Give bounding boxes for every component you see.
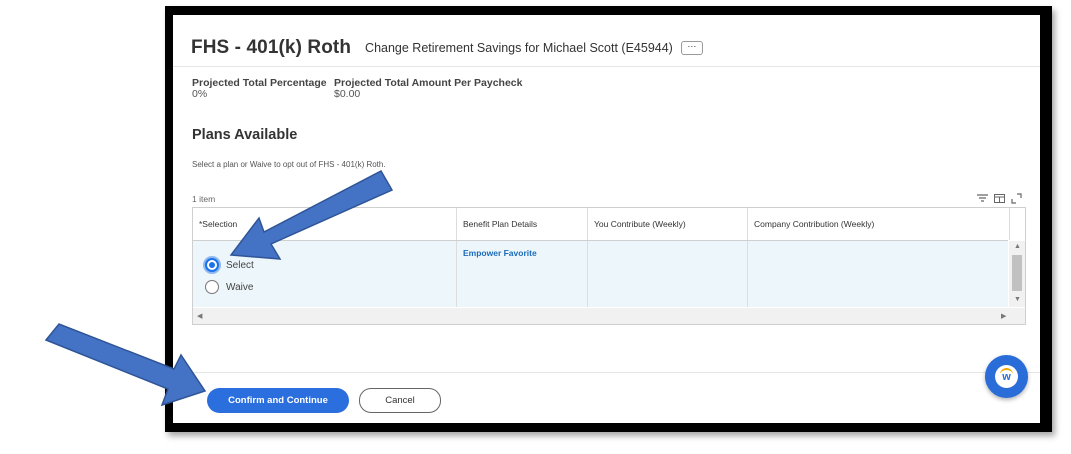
scroll-right-icon[interactable]: ▶ (1001, 312, 1006, 320)
page-header: FHS - 401(k) Roth Change Retirement Savi… (191, 33, 703, 63)
radio-selected-icon[interactable] (205, 258, 219, 272)
radio-select[interactable]: Select (205, 258, 254, 272)
stat-projected-percentage: Projected Total Percentage 0% (192, 78, 327, 100)
plans-grid: *Selection Benefit Plan Details You Cont… (192, 207, 1026, 325)
header-divider (173, 66, 1040, 67)
company-contribution-cell (748, 241, 1010, 307)
main-panel: FHS - 401(k) Roth Change Retirement Savi… (173, 15, 1040, 423)
stat-projected-amount: Projected Total Amount Per Paycheck $0.0… (334, 78, 522, 100)
cancel-button[interactable]: Cancel (359, 388, 441, 413)
chat-assistant-icon[interactable]: w (985, 355, 1028, 398)
vertical-scrollbar[interactable]: ▲ ▼ (1009, 241, 1025, 307)
radio-label[interactable]: Waive (226, 282, 253, 293)
footer-divider (173, 372, 1040, 373)
scroll-down-icon[interactable]: ▼ (1014, 296, 1021, 303)
logo-arc (1000, 368, 1013, 377)
radio-label[interactable]: Select (226, 260, 254, 271)
stat-value: 0% (192, 88, 208, 100)
table-row: Select Waive Empower Favorite (193, 241, 1010, 307)
stat-value: $0.00 (334, 88, 361, 100)
fullscreen-icon[interactable] (1011, 191, 1022, 204)
stat-label: Projected Total Amount Per Paycheck (334, 77, 523, 89)
radio-waive[interactable]: Waive (205, 280, 253, 294)
selection-cell: Select Waive (193, 241, 457, 307)
column-header-company-contribution[interactable]: Company Contribution (Weekly) (748, 208, 1010, 240)
item-count: 1 item (192, 194, 216, 204)
plan-link[interactable]: Empower Favorite (463, 248, 537, 258)
plans-instruction: Select a plan or Waive to opt out of FHS… (192, 160, 386, 169)
filter-icon[interactable] (977, 191, 988, 202)
scroll-thumb[interactable] (1012, 255, 1022, 291)
column-header-plan-details[interactable]: Benefit Plan Details (457, 208, 588, 240)
column-header-selection[interactable]: *Selection (193, 208, 457, 240)
page-title: FHS - 401(k) Roth (191, 37, 352, 58)
scroll-up-icon[interactable]: ▲ (1014, 243, 1021, 250)
confirm-and-continue-button[interactable]: Confirm and Continue (207, 388, 349, 413)
scroll-left-icon[interactable]: ◀ (197, 312, 202, 320)
column-header-you-contribute[interactable]: You Contribute (Weekly) (588, 208, 748, 240)
plans-section-title: Plans Available (192, 127, 298, 143)
more-actions-button[interactable]: ⋯ (680, 41, 703, 55)
plan-details-cell: Empower Favorite (457, 241, 588, 307)
grid-toolbar (977, 191, 1022, 204)
page-subtitle: Change Retirement Savings for Michael Sc… (365, 41, 673, 55)
grid-header-row: *Selection Benefit Plan Details You Cont… (193, 208, 1010, 241)
horizontal-scrollbar[interactable]: ◀ ▶ (193, 308, 1025, 324)
you-contribute-cell (588, 241, 748, 307)
stat-label: Projected Total Percentage (192, 77, 327, 89)
radio-unselected-icon[interactable] (205, 280, 219, 294)
table-view-icon[interactable] (994, 191, 1005, 203)
